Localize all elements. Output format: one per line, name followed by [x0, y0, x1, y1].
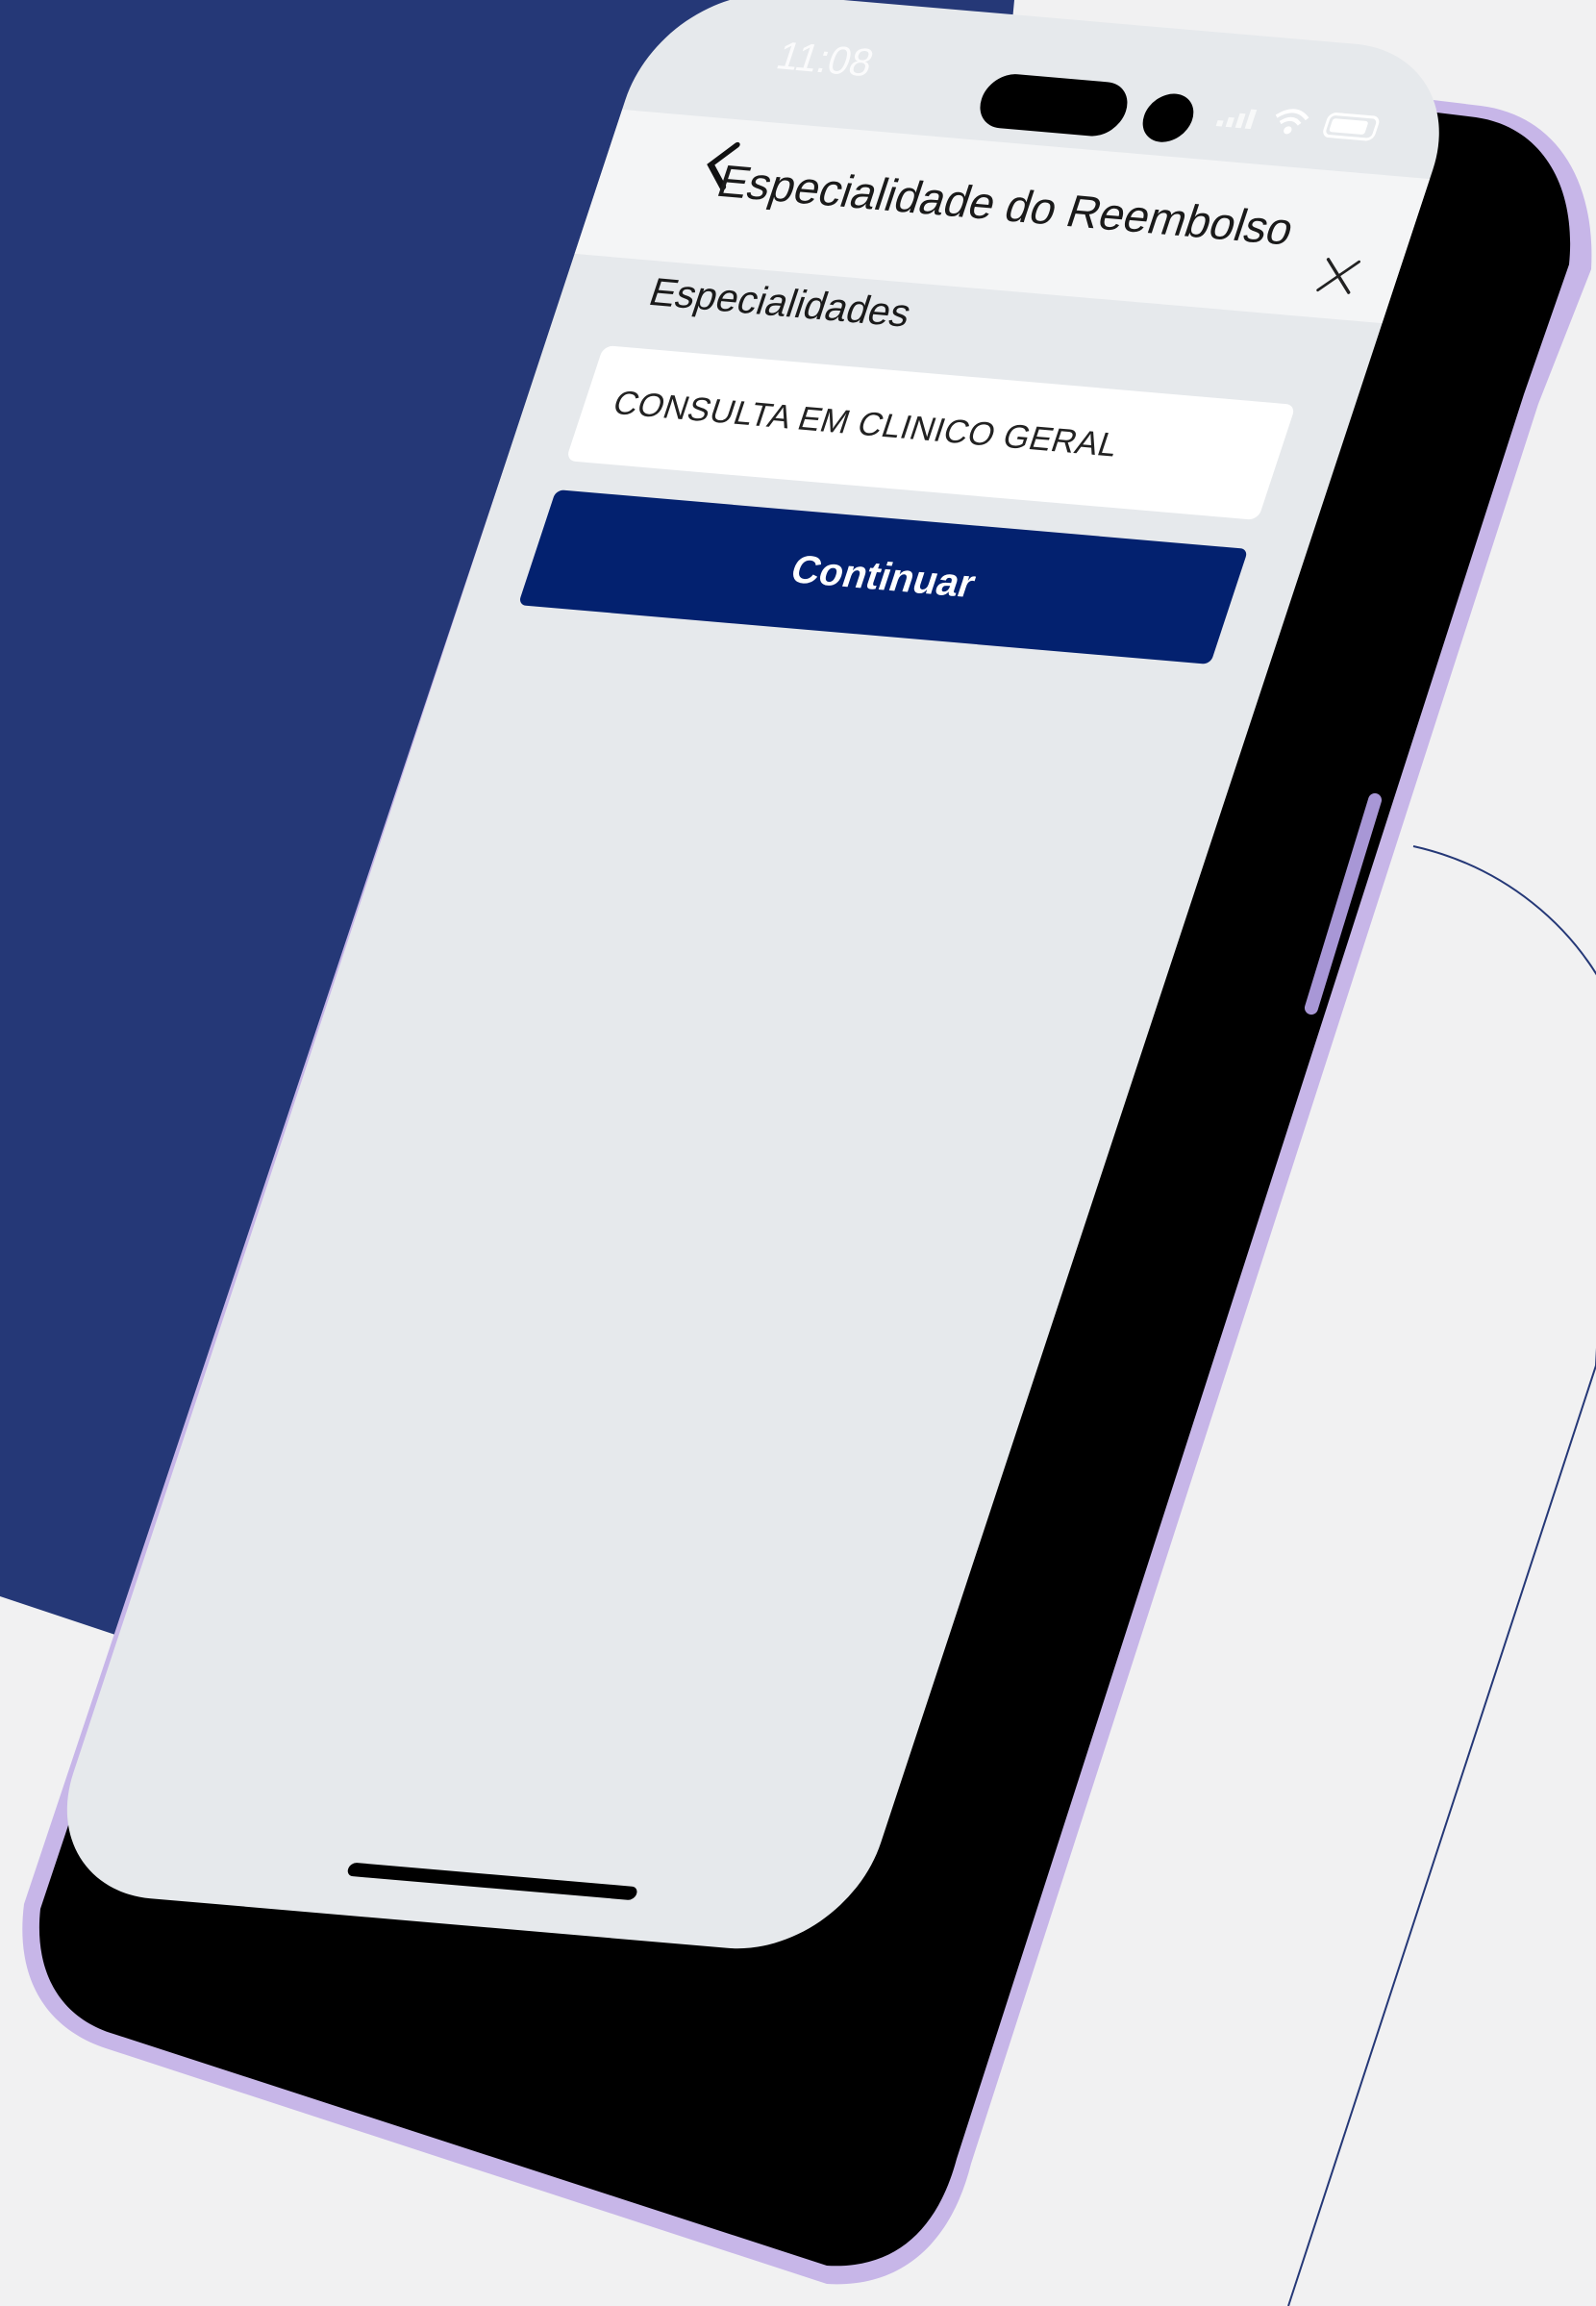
home-indicator [345, 1862, 639, 1901]
specialty-field[interactable]: CONSULTA EM CLINICO GERAL [565, 345, 1296, 520]
specialty-value: CONSULTA EM CLINICO GERAL [608, 384, 1124, 464]
signal-icon [1215, 105, 1259, 130]
camera-dot [1135, 91, 1201, 144]
battery-icon [1320, 112, 1382, 142]
page-title: Especialidade do Reembolso [711, 155, 1301, 255]
continue-button[interactable]: Continuar [517, 489, 1249, 664]
wifi-icon [1269, 107, 1312, 137]
close-icon [1316, 258, 1360, 294]
dynamic-island [972, 71, 1135, 138]
status-icons [1215, 102, 1382, 142]
section-label: Especialidades [643, 270, 917, 336]
status-time: 11:08 [771, 34, 879, 86]
